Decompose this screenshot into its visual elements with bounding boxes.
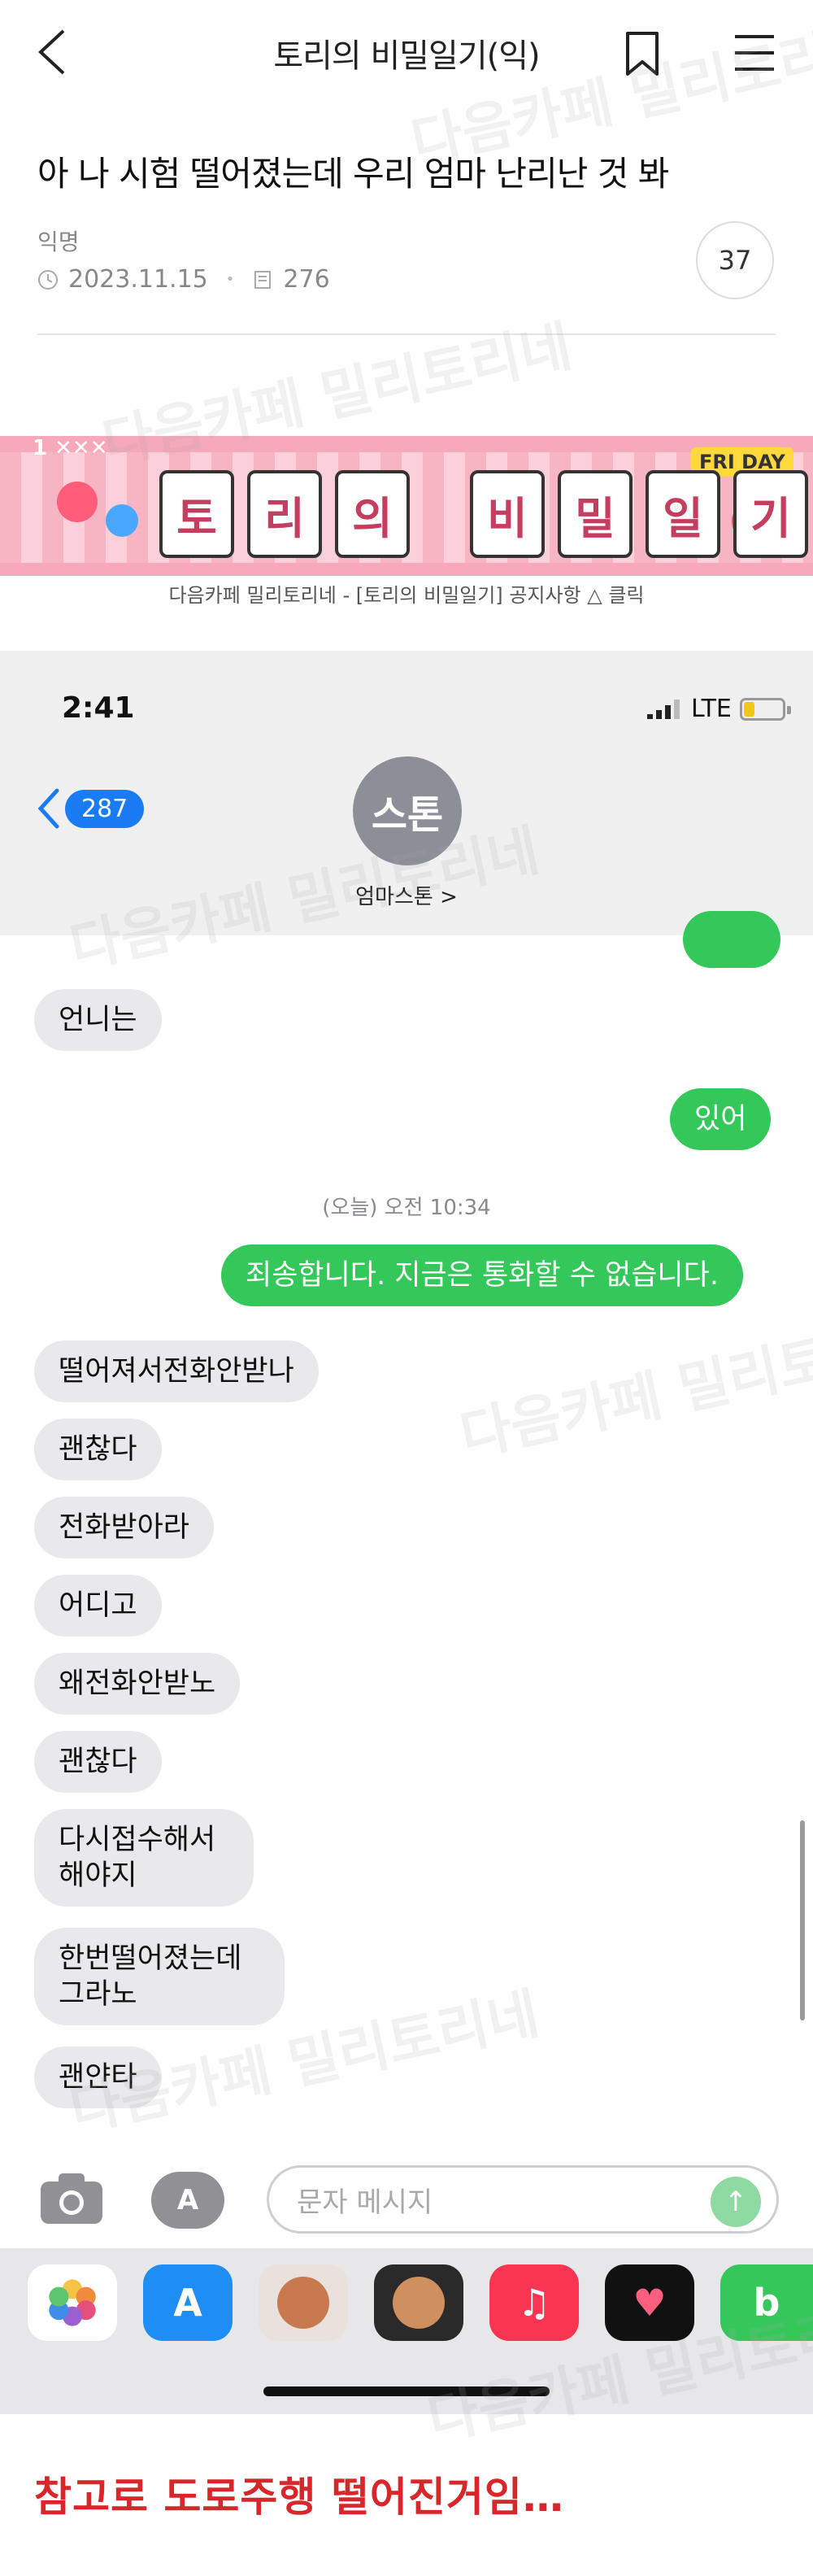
app-store-icon[interactable]: A: [151, 2172, 224, 2229]
chevron-left-icon: [37, 788, 59, 829]
banner-tile: 기: [733, 470, 808, 558]
memoji-2-icon[interactable]: [374, 2264, 463, 2341]
message-out-auto-reply: 죄송합니다. 지금은 통화할 수 없습니다.: [221, 1244, 743, 1306]
message-in: 왜전화안받노: [34, 1653, 241, 1715]
message-in: 떨어져서전화안받나: [34, 1340, 319, 1402]
messages-header: 2:41 LTE 287 스톤 엄마스톤 >: [0, 651, 813, 935]
status-time: 2:41: [62, 691, 135, 725]
message-out: 있어: [670, 1088, 772, 1150]
photos-icon[interactable]: [28, 2264, 117, 2341]
divider: [37, 333, 776, 335]
post-author: 익명: [37, 229, 80, 255]
app-store-icon[interactable]: A: [143, 2264, 233, 2341]
memoji-icon[interactable]: [259, 2264, 348, 2341]
clock-icon: [38, 269, 58, 290]
cafe-banner[interactable]: 1 ✕✕✕ FRI DAY 토 리 의 비 밀 일 기: [0, 436, 813, 576]
messages-screenshot: 2:41 LTE 287 스톤 엄마스톤 > 언니는 있어 (오늘) 오전 10…: [0, 651, 813, 2414]
banner-tiles: 토 리 의 비 밀 일 기: [159, 470, 808, 558]
chevron-left-icon[interactable]: [33, 28, 73, 76]
message-in: 괜얀타: [34, 2046, 162, 2108]
avatar[interactable]: 스톤: [353, 756, 462, 865]
post-views: 276: [283, 265, 330, 294]
banner-tile: 리: [247, 470, 322, 558]
status-indicators: LTE: [647, 695, 791, 723]
banner-date-label: 1 ✕✕✕: [33, 436, 108, 460]
message-timestamp: (오늘) 오전 10:34: [322, 1196, 491, 1220]
banner-tile: 일: [646, 470, 720, 558]
home-indicator[interactable]: [263, 2386, 550, 2396]
message-in: 한번떨어졌는데 그라노: [34, 1928, 285, 2025]
board-title: 토리의 비밀일기(익): [273, 37, 540, 75]
camera-icon[interactable]: [37, 2170, 106, 2227]
app-dock: A ♫ ♥ b: [0, 2248, 813, 2414]
banner-tile: 비: [470, 470, 545, 558]
post-title: 아 나 시험 떨어졌는데 우리 엄마 난리난 것 봐: [37, 154, 669, 194]
banner-tile: 밀: [558, 470, 633, 558]
document-icon: [254, 270, 272, 289]
beeper-icon[interactable]: b: [720, 2264, 813, 2341]
banner-tile: 토: [159, 470, 234, 558]
message-in: 언니는: [34, 989, 162, 1051]
app-bar: 토리의 비밀일기(익): [0, 0, 813, 106]
message-in: 괜찮다: [34, 1419, 162, 1480]
banner-caption[interactable]: 다음카페 밀리토리네 - [토리의 비밀일기] 공지사항 △ 클릭: [0, 579, 813, 608]
scrollbar[interactable]: [800, 1820, 805, 2020]
network-label: LTE: [691, 695, 732, 723]
send-icon[interactable]: ↑: [711, 2177, 761, 2227]
messages-back-button[interactable]: 287: [36, 787, 145, 830]
music-icon[interactable]: ♫: [489, 2264, 579, 2341]
message-in: 전화받아라: [34, 1497, 215, 1558]
message-in: 어디고: [34, 1575, 162, 1637]
contact-name[interactable]: 엄마스톤 >: [0, 880, 813, 910]
footer-note: 참고로 도로주행 떨어진거임…: [34, 2474, 564, 2521]
hamburger-menu-icon[interactable]: [732, 33, 777, 73]
unread-count-badge: 287: [65, 789, 145, 828]
message-composer: A 문자 메시지 ↑: [0, 2155, 813, 2245]
banner-tile: 의: [335, 470, 410, 558]
bookmark-icon[interactable]: [624, 31, 660, 76]
battery-icon: [739, 697, 791, 721]
meta-separator: •: [225, 271, 235, 288]
comment-count-button[interactable]: 37: [696, 221, 774, 299]
flower-icon: [57, 482, 98, 522]
message-in: 괜찮다: [34, 1731, 162, 1793]
message-input[interactable]: 문자 메시지: [267, 2165, 779, 2234]
heart-sticker-icon[interactable]: ♥: [605, 2264, 694, 2341]
message-out-partial: [683, 911, 780, 968]
message-in: 다시접수해서 해야지: [34, 1809, 254, 1907]
post-meta: 2023.11.15 • 276: [37, 265, 330, 294]
signal-icon: [647, 699, 680, 719]
flower-icon: [106, 504, 138, 537]
post-date: 2023.11.15: [68, 265, 208, 294]
